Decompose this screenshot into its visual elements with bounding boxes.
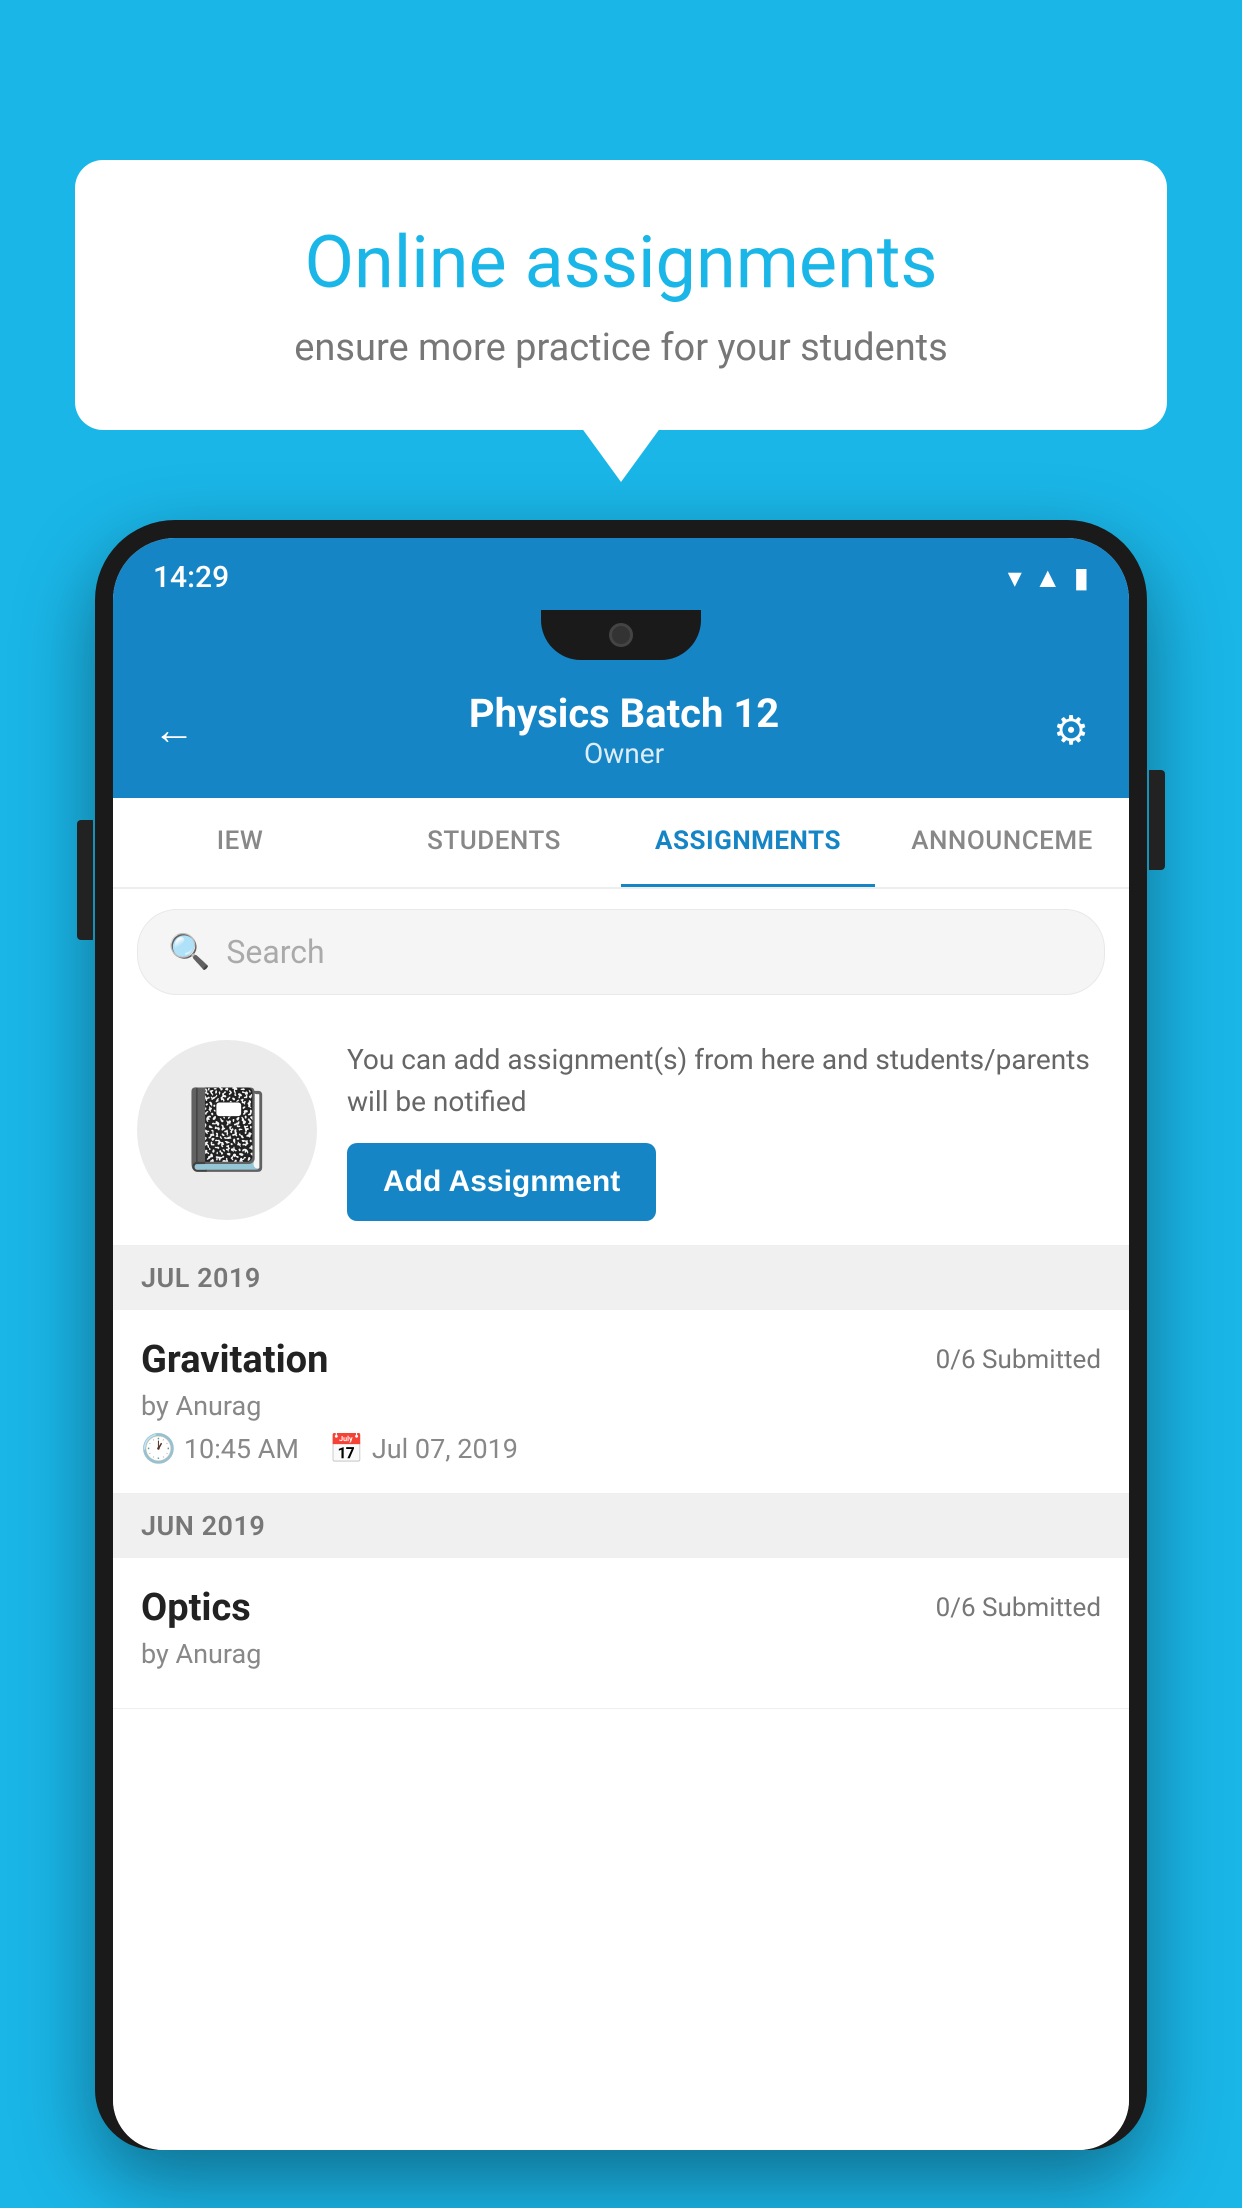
camera-dot [609,623,633,647]
promo-icon-wrap: 📓 [137,1040,317,1220]
tab-students[interactable]: STUDENTS [367,798,621,887]
assignment-item-optics[interactable]: Optics 0/6 Submitted by Anurag [113,1558,1129,1709]
notch-area [113,610,1129,670]
assignment-top-row-optics: Optics 0/6 Submitted [141,1586,1101,1630]
app-header: ← Physics Batch 12 Owner ⚙ [113,670,1129,798]
notebook-icon: 📓 [177,1083,277,1177]
settings-button[interactable]: ⚙ [1053,707,1089,754]
status-icons: ▾ ▲ ▮ [1008,561,1089,594]
signal-icon: ▲ [1034,561,1062,594]
assignment-name: Gravitation [141,1338,328,1382]
date-value: Jul 07, 2019 [372,1433,518,1465]
phone-outer: 14:29 ▾ ▲ ▮ ← Physics Batch 12 Owner [95,520,1147,2150]
assignment-item-gravitation[interactable]: Gravitation 0/6 Submitted by Anurag 🕐 10… [113,1310,1129,1494]
meta-time: 🕐 10:45 AM [141,1432,299,1465]
clock-icon: 🕐 [141,1432,176,1465]
back-button[interactable]: ← [153,706,195,755]
assignment-by-optics: by Anurag [141,1638,1101,1670]
calendar-icon: 📅 [329,1432,364,1465]
header-subtitle: Owner [469,737,779,770]
bubble-subtitle: ensure more practice for your students [145,326,1097,370]
status-bar: 14:29 ▾ ▲ ▮ [113,538,1129,610]
speech-bubble: Online assignments ensure more practice … [75,160,1167,430]
search-input[interactable]: Search [226,933,324,971]
meta-date: 📅 Jul 07, 2019 [329,1432,518,1465]
month-header-jul: JUL 2019 [113,1246,1129,1310]
search-bar-wrap: 🔍 Search [113,889,1129,1015]
time-value: 10:45 AM [184,1433,299,1465]
search-icon: 🔍 [168,932,210,972]
phone-wrapper: 14:29 ▾ ▲ ▮ ← Physics Batch 12 Owner [95,520,1147,2208]
promo-text: You can add assignment(s) from here and … [347,1039,1105,1123]
search-bar[interactable]: 🔍 Search [137,909,1105,995]
add-assignment-button[interactable]: Add Assignment [347,1143,656,1221]
content-area: 🔍 Search 📓 You can add assignment(s) fro… [113,889,1129,2150]
battery-icon: ▮ [1074,561,1089,594]
tab-bar: IEW STUDENTS ASSIGNMENTS ANNOUNCEME [113,798,1129,889]
bubble-title: Online assignments [145,220,1097,306]
assignment-top-row: Gravitation 0/6 Submitted [141,1338,1101,1382]
header-center: Physics Batch 12 Owner [469,690,779,770]
assignment-submitted: 0/6 Submitted [936,1345,1101,1375]
phone-inner: 14:29 ▾ ▲ ▮ ← Physics Batch 12 Owner [113,538,1129,2150]
tab-announcements[interactable]: ANNOUNCEME [875,798,1129,887]
month-header-jun: JUN 2019 [113,1494,1129,1558]
assignment-name-optics: Optics [141,1586,251,1630]
assignment-submitted-optics: 0/6 Submitted [936,1593,1101,1623]
tab-iew[interactable]: IEW [113,798,367,887]
add-assignment-promo: 📓 You can add assignment(s) from here an… [113,1015,1129,1246]
header-title: Physics Batch 12 [469,690,779,737]
tab-assignments[interactable]: ASSIGNMENTS [621,798,875,887]
assignment-meta: 🕐 10:45 AM 📅 Jul 07, 2019 [141,1432,1101,1465]
speech-bubble-container: Online assignments ensure more practice … [75,160,1167,430]
notch [541,610,701,660]
promo-right: You can add assignment(s) from here and … [347,1039,1105,1221]
status-time: 14:29 [153,560,229,595]
wifi-icon: ▾ [1008,561,1022,594]
assignment-by: by Anurag [141,1390,1101,1422]
